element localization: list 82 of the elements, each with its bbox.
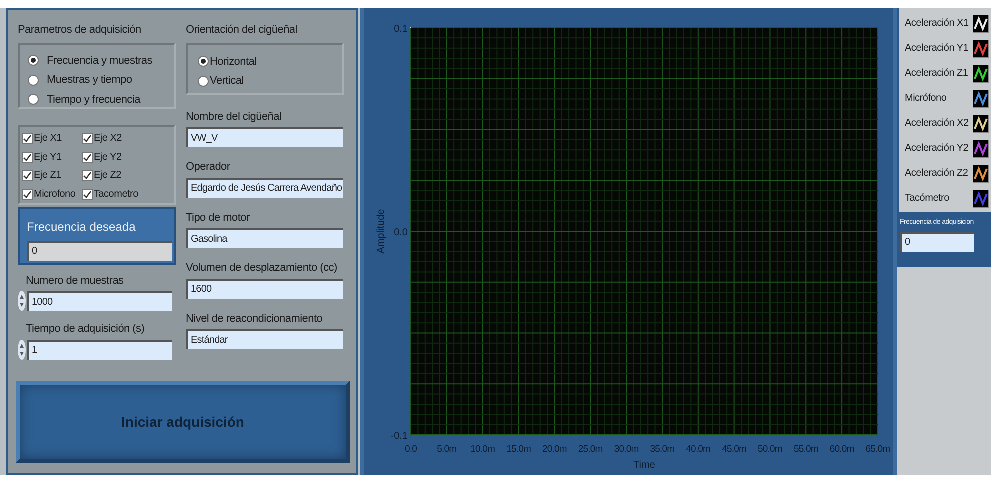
y-tick-label: 0.1 (394, 24, 408, 35)
field-label: Numero de muestras (26, 274, 125, 288)
input-field[interactable]: Estándar (186, 329, 343, 349)
legend-label: Aceleración Z2 (905, 167, 968, 181)
line-swatch-icon[interactable] (973, 190, 989, 208)
x-tick-label: 45.0m (722, 444, 746, 455)
x-tick-label: 55.0m (794, 444, 818, 455)
y-tick-label: -0.1 (390, 431, 408, 442)
checkbox-label: Eje X1 (34, 132, 62, 146)
checkbox-label: Microfono (34, 188, 76, 202)
radio-button[interactable] (28, 94, 39, 106)
radio-button[interactable] (28, 74, 39, 86)
x-tick-label: 50.0m (758, 444, 782, 455)
radio-label: Horizontal (210, 54, 257, 70)
x-tick-label: 20.0m (542, 444, 567, 455)
field-label: Nombre del cigüeñal (186, 110, 283, 124)
input-field[interactable]: Gasolina (186, 228, 343, 248)
field-label: Nivel de reacondicionamiento (186, 312, 324, 326)
section-title: Orientación del cigüeñal (186, 23, 298, 38)
legend-label: Micrófono (905, 92, 947, 106)
radio-button[interactable] (198, 76, 209, 87)
legend-label: Tacómetro (905, 192, 950, 206)
line-swatch-icon[interactable] (973, 14, 989, 32)
x-axis-title: Time (634, 460, 656, 471)
checkbox-label: Eje Z2 (94, 169, 122, 184)
legend-label: Aceleración Z1 (905, 67, 968, 81)
line-swatch-icon[interactable] (973, 40, 989, 58)
x-tick-label: 5.0m (437, 444, 457, 455)
input-field[interactable]: 0 (27, 240, 172, 260)
line-swatch-icon[interactable] (973, 64, 989, 82)
x-tick-label: 25.0m (578, 444, 603, 455)
input-field[interactable]: VW_V (186, 127, 343, 147)
checkbox[interactable] (82, 170, 93, 182)
x-tick-label: 65.0m (866, 444, 890, 455)
x-tick-label: 15.0m (506, 444, 531, 455)
field-label: Operador (186, 160, 232, 175)
checkbox[interactable] (22, 170, 33, 182)
checkbox-label: Eje X2 (94, 132, 122, 146)
legend-label: Aceleración Y2 (905, 142, 969, 156)
input-field[interactable]: 0 (900, 232, 974, 252)
field-label: Volumen de desplazamiento (cc) (186, 261, 338, 276)
checkbox[interactable] (22, 188, 33, 200)
field-label: Tiempo de adquisición (s) (26, 322, 146, 337)
spinner-icon[interactable] (18, 340, 26, 360)
checkbox-label: Eje Y1 (34, 150, 62, 165)
x-tick-label: 40.0m (686, 444, 711, 455)
radio-label: Vertical (210, 74, 244, 89)
section-title: Parametros de adquisición (18, 23, 142, 38)
field-label: Tipo de motor (186, 210, 251, 226)
x-tick-label: 10.0m (470, 444, 496, 455)
checkbox-label: Eje Z1 (34, 169, 62, 184)
x-tick-label: 60.0m (830, 444, 854, 455)
y-axis-title: Amplitude (376, 209, 387, 254)
line-swatch-icon[interactable] (973, 140, 989, 158)
checkbox-label: Tacometro (94, 188, 138, 202)
checkbox-label: Eje Y2 (94, 150, 122, 165)
radio-label: Tiempo y frecuencia (47, 92, 140, 108)
checkbox[interactable] (22, 133, 33, 144)
input-field[interactable]: Edgardo de Jesús Carrera Avendaño (186, 178, 343, 198)
radio-button[interactable] (28, 55, 39, 66)
spinner-icon[interactable] (18, 291, 26, 311)
y-tick-label: 0.0 (394, 228, 408, 238)
radio-label: Muestras y tiempo (47, 73, 132, 88)
radio-label: Frecuencia y muestras (47, 54, 152, 68)
checkbox[interactable] (22, 152, 33, 163)
radio-button[interactable] (198, 56, 209, 68)
input-field[interactable]: 1000 (27, 291, 172, 311)
legend-label: Aceleración Y1 (905, 42, 969, 56)
checkbox[interactable] (82, 188, 93, 200)
x-tick-label: 0.0 (405, 444, 417, 455)
x-tick-label: 30.0m (614, 444, 639, 455)
field-label: Frecuencia deseada (27, 218, 137, 236)
x-tick-label: 35.0m (650, 444, 675, 455)
legend-label: Aceleración X1 (905, 17, 969, 31)
line-swatch-icon[interactable] (973, 114, 989, 132)
input-field[interactable]: 1 (27, 340, 172, 360)
line-swatch-icon[interactable] (973, 164, 989, 182)
checkbox[interactable] (82, 152, 93, 163)
input-field[interactable]: 1600 (186, 278, 343, 298)
line-swatch-icon[interactable] (973, 90, 989, 108)
legend-label: Aceleración X2 (905, 117, 969, 131)
checkbox[interactable] (82, 133, 93, 144)
